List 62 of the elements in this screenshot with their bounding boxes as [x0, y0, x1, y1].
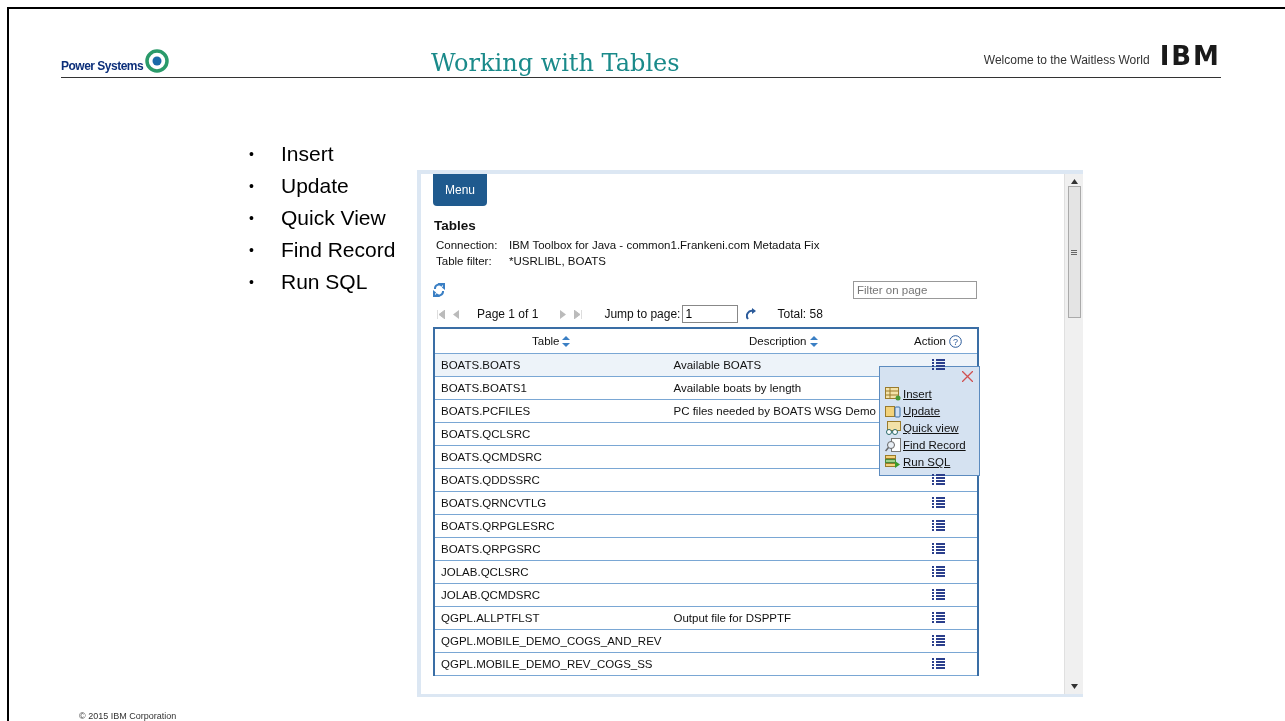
table-name: BOATS.BOATS1 [441, 382, 527, 394]
table-name: BOATS.QRPGSRC [441, 543, 541, 555]
table-name: BOATS.QCMDSRC [441, 451, 542, 463]
column-header[interactable]: Description [748, 335, 807, 347]
popup-link[interactable]: Update [903, 405, 941, 417]
info-value: *USRLIBL, BOATS [509, 255, 607, 267]
table-description: PC files needed by BOATS WSG Demo [673, 405, 876, 417]
table-name: BOATS.QCLSRC [441, 428, 531, 440]
column-header[interactable]: Action [914, 335, 946, 347]
table-row[interactable]: BOATS.QRPGLESRC [434, 514, 978, 538]
table-name: QGPL.MOBILE_DEMO_COGS_AND_REV [441, 635, 662, 647]
table-name: BOATS.PCFILES [441, 405, 531, 417]
info-value: IBM Toolbox for Java - common1.Frankeni.com Metadata Fix [509, 239, 821, 251]
bullet-text: Run SQL [281, 270, 368, 294]
bullet-mark: • [249, 241, 255, 260]
section-heading: Tables [434, 218, 477, 233]
bullet-text: Find Record [281, 238, 396, 262]
table-name: JOLAB.QCMDSRC [441, 589, 541, 601]
table-description: Available BOATS [673, 359, 762, 371]
popup-link[interactable]: Quick view [903, 422, 959, 434]
info-label: Table filter: [436, 255, 493, 267]
logo-text: Power Systems [61, 59, 144, 73]
table-row[interactable]: BOATS.QRNCVTLG [434, 491, 978, 515]
column-header[interactable]: Table [532, 335, 560, 347]
page-indicator: Page 1 of 1 [477, 307, 539, 321]
table-name: BOATS.QRPGLESRC [441, 520, 555, 532]
table-name: BOATS.QRNCVTLG [441, 497, 547, 509]
popup-link[interactable]: Insert [903, 388, 932, 400]
bullet-text: Insert [281, 142, 334, 166]
table-name: BOATS.QDDSSRC [441, 474, 540, 486]
table-row[interactable]: JOLAB.QCMDSRC [434, 583, 978, 607]
bullet-text: Quick View [281, 206, 386, 230]
copyright-text: © 2015 IBM Corporation [79, 711, 178, 721]
table-name: QGPL.ALLPTFLST [441, 612, 540, 624]
table-description: Output file for DSPPTF [673, 612, 792, 624]
table-row[interactable]: QGPL.MOBILE_DEMO_COGS_AND_REV [434, 629, 978, 653]
popup-link[interactable]: Run SQL [903, 456, 951, 468]
jump-field[interactable]: 1 [682, 305, 739, 323]
bullet-mark: • [249, 145, 255, 164]
total-count: Total: 58 [777, 307, 823, 321]
brand-logo: IBM [1159, 43, 1221, 73]
table-name: JOLAB.QCLSRC [441, 566, 529, 578]
table-row[interactable]: QGPL.ALLPTFLST Output file for DSPPTF [434, 606, 978, 630]
jump-label: Jump to page: [604, 307, 681, 321]
table-name: QGPL.MOBILE_DEMO_REV_COGS_SS [441, 658, 653, 670]
table-description: Available boats by length [673, 382, 802, 394]
table-row[interactable]: BOATS.BOATS Available BOATS [434, 353, 978, 377]
table-row[interactable]: QGPL.MOBILE_DEMO_REV_COGS_SS [434, 652, 978, 676]
help-icon[interactable]: ? [949, 334, 962, 348]
bullet-mark: • [249, 273, 255, 292]
menu-button[interactable]: Menu [433, 174, 488, 206]
popup-link[interactable]: Find Record [903, 439, 966, 451]
table-row[interactable]: BOATS.QRPGSRC [434, 537, 978, 561]
filter-field[interactable]: Filter on page [853, 281, 977, 299]
tagline: Welcome to the Waitless World [983, 53, 1150, 69]
bullet-mark: • [249, 209, 255, 228]
bullet-text: Update [281, 174, 349, 198]
table-row[interactable]: JOLAB.QCLSRC [434, 560, 978, 584]
bullet-mark: • [249, 177, 255, 196]
slide-title: Working with Tables [431, 49, 681, 77]
info-label: Connection: [436, 239, 499, 251]
table-name: BOATS.BOATS [441, 359, 521, 371]
